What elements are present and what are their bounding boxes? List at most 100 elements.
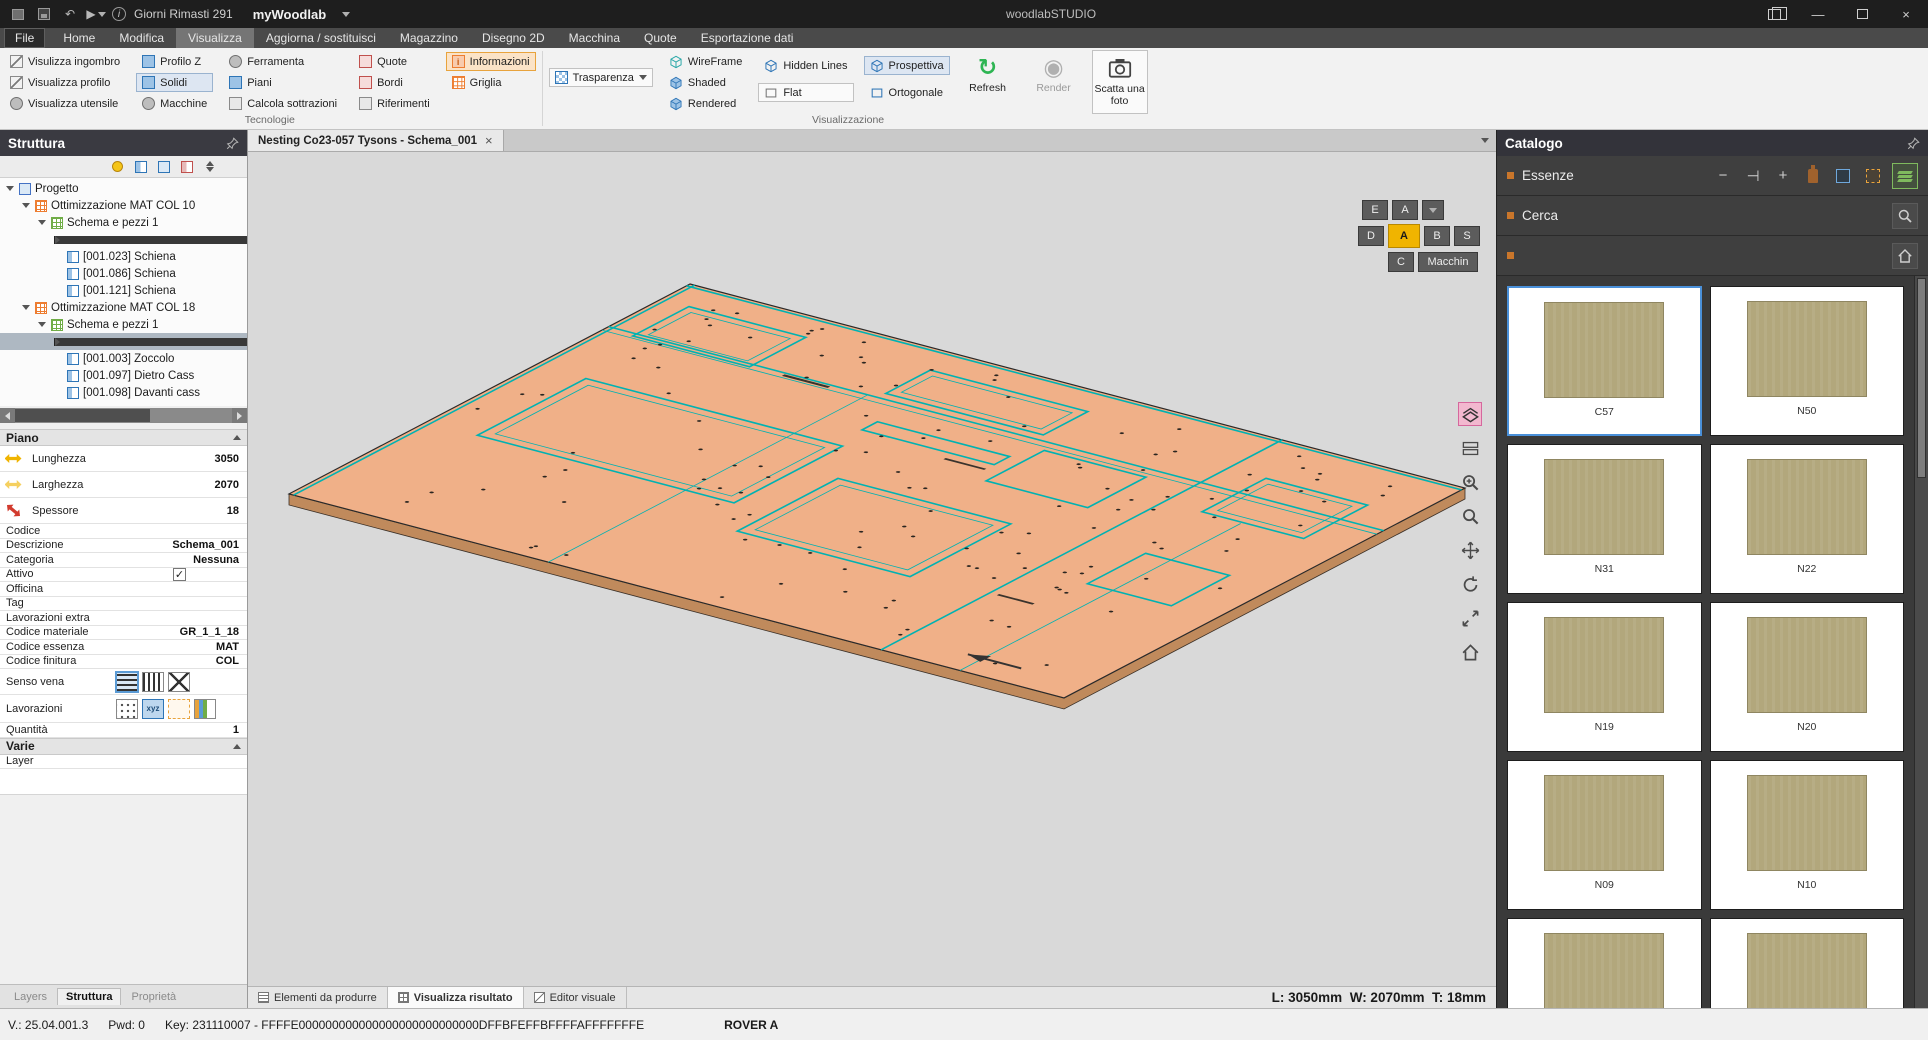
- tree-item-schema-001[interactable]: Schema_001: [0, 231, 247, 248]
- section-collapsed[interactable]: [1497, 236, 1928, 276]
- property-row-spessore[interactable]: Spessore18: [0, 498, 247, 524]
- tab-editor-visuale[interactable]: Editor visuale: [524, 987, 627, 1008]
- tree-item-schema-pezzi-1[interactable]: Schema e pezzi 1: [0, 214, 247, 231]
- menu-disegno-2d[interactable]: Disegno 2D: [470, 28, 557, 48]
- property-row-codice-materiale[interactable]: Codice materialeGR_1_1_18: [0, 626, 247, 641]
- property-row-tag[interactable]: Tag: [0, 597, 247, 612]
- view-a-button-active[interactable]: A: [1388, 224, 1420, 248]
- home-icon[interactable]: [1892, 243, 1918, 269]
- tab-elementi-da-produrre[interactable]: Elementi da produrre: [248, 987, 388, 1008]
- rendered-button[interactable]: Rendered: [663, 94, 748, 113]
- ortogonale-button[interactable]: Ortogonale: [864, 83, 950, 102]
- property-row-layer[interactable]: Layer: [0, 755, 247, 770]
- trasparenza-button[interactable]: Trasparenza: [549, 68, 653, 87]
- property-row-codice[interactable]: Codice: [0, 524, 247, 539]
- visualizza-ingombro-button[interactable]: Visulizza ingombro: [4, 52, 126, 71]
- menu-file[interactable]: File: [4, 28, 45, 48]
- material-swatch[interactable]: N31: [1507, 444, 1702, 594]
- material-swatch[interactable]: N10: [1710, 760, 1905, 910]
- view-c-button[interactable]: C: [1388, 252, 1414, 272]
- scatta-una-foto-button[interactable]: Scatta una foto: [1092, 50, 1148, 114]
- view-a-top-button[interactable]: A: [1392, 200, 1418, 220]
- section-essenze[interactable]: Essenze − ⊣ +: [1497, 156, 1928, 196]
- panel-blue-icon[interactable]: [133, 159, 148, 174]
- increase-size-icon[interactable]: +: [1772, 165, 1794, 187]
- sort-icon[interactable]: [202, 159, 217, 174]
- varie-section-header[interactable]: Varie: [0, 738, 247, 755]
- 3d-canvas[interactable]: E A D A B S C Macchin: [248, 152, 1496, 986]
- tree-item-schema-pezzi-1b[interactable]: Schema e pezzi 1: [0, 316, 247, 333]
- tree-item-schiena-121[interactable]: [001.121] Schiena: [0, 282, 247, 299]
- zoom-icon[interactable]: [1458, 504, 1482, 528]
- quote-button[interactable]: Quote: [353, 52, 436, 71]
- tab-list-caret-icon[interactable]: [1474, 130, 1496, 151]
- menu-aggiorna[interactable]: Aggiorna / sostituisci: [254, 28, 388, 48]
- property-row-lavorazioni[interactable]: Lavorazioni xyz: [0, 695, 247, 723]
- layers-view-icon[interactable]: [1892, 163, 1918, 189]
- piano-section-header[interactable]: Piano: [0, 429, 247, 446]
- ferramenta-button[interactable]: Ferramenta: [223, 52, 343, 71]
- cabinet-icon[interactable]: [1832, 165, 1854, 187]
- tree-item-davanti-cass[interactable]: [001.098] Davanti cass: [0, 384, 247, 401]
- tree-item-ottimizzazione-18[interactable]: Ottimizzazione MAT COL 18: [0, 299, 247, 316]
- panel-red-icon[interactable]: [179, 159, 194, 174]
- tree-item-progetto[interactable]: Progetto: [0, 180, 247, 197]
- menu-quote[interactable]: Quote: [632, 28, 689, 48]
- home-view-icon[interactable]: [1458, 640, 1482, 664]
- grain-none-icon[interactable]: [168, 672, 190, 692]
- scrollbar-thumb[interactable]: [15, 409, 150, 422]
- informazioni-button[interactable]: iInformazioni: [446, 52, 536, 71]
- material-swatch[interactable]: N20: [1710, 602, 1905, 752]
- flat-button[interactable]: Flat: [758, 83, 853, 102]
- piani-button[interactable]: Piani: [223, 73, 343, 92]
- view-d-button[interactable]: D: [1358, 226, 1384, 246]
- save-icon[interactable]: [34, 5, 54, 23]
- undo-icon[interactable]: ↶: [60, 5, 80, 23]
- visualizza-profilo-button[interactable]: Visualizza profilo: [4, 73, 126, 92]
- expand-caret-icon[interactable]: [54, 236, 247, 244]
- pin-icon[interactable]: [1907, 137, 1920, 150]
- pin-icon[interactable]: [226, 137, 239, 150]
- search-icon[interactable]: [1892, 203, 1918, 229]
- texture-icon[interactable]: [1862, 165, 1884, 187]
- material-swatch[interactable]: N50: [1710, 286, 1905, 436]
- scroll-right-icon[interactable]: [232, 408, 247, 423]
- macchine-button[interactable]: Macchine: [136, 94, 213, 113]
- board-view-tool-icon[interactable]: [1458, 402, 1482, 426]
- property-row-codice-finitura[interactable]: Codice finituraCOL: [0, 655, 247, 670]
- materials-bottle-icon[interactable]: [1802, 165, 1824, 187]
- catalog-scrollbar[interactable]: [1914, 276, 1928, 1008]
- tab-visualizza-risultato[interactable]: Visualizza risultato: [388, 987, 524, 1008]
- panel-light-icon[interactable]: [156, 159, 171, 174]
- tree-item-zoccolo[interactable]: [001.003] Zoccolo: [0, 350, 247, 367]
- tree-item-schiena-023[interactable]: [001.023] Schiena: [0, 248, 247, 265]
- griglia-button[interactable]: Griglia: [446, 73, 536, 92]
- tree-item-dietro-cass[interactable]: [001.097] Dietro Cass: [0, 367, 247, 384]
- menu-magazzino[interactable]: Magazzino: [388, 28, 470, 48]
- machining-outline-icon[interactable]: [168, 699, 190, 719]
- nesting-board[interactable]: [289, 284, 1465, 698]
- machining-layers-icon[interactable]: [194, 699, 216, 719]
- zoom-fit-icon[interactable]: [1458, 606, 1482, 630]
- wireframe-button[interactable]: WireFrame: [663, 52, 748, 71]
- pan-icon[interactable]: [1458, 538, 1482, 562]
- collapse-caret-icon[interactable]: [22, 305, 31, 310]
- tree-item-ottimizzazione-10[interactable]: Ottimizzazione MAT COL 10: [0, 197, 247, 214]
- scrollbar-thumb[interactable]: [1917, 278, 1926, 478]
- view-east-button[interactable]: E: [1362, 200, 1388, 220]
- collapse-caret-icon[interactable]: [38, 220, 47, 225]
- machining-pattern-icon[interactable]: [116, 699, 138, 719]
- view-b-button[interactable]: B: [1424, 226, 1450, 246]
- calcola-sottrazioni-button[interactable]: Calcola sottrazioni: [223, 94, 343, 113]
- tree-item-schema-001-selected[interactable]: Schema_001: [0, 333, 247, 350]
- menu-home[interactable]: Home: [51, 28, 107, 48]
- material-swatch[interactable]: N22: [1710, 444, 1905, 594]
- refresh-button[interactable]: ↻ Refresh: [960, 50, 1016, 94]
- orbit-icon[interactable]: [1458, 572, 1482, 596]
- visualizza-utensile-button[interactable]: Visualizza utensile: [4, 94, 126, 113]
- menu-modifica[interactable]: Modifica: [107, 28, 176, 48]
- dock-window-button[interactable]: [1752, 0, 1796, 28]
- nesting-board-scene[interactable]: [248, 152, 1496, 986]
- property-row-attivo[interactable]: Attivo✓: [0, 568, 247, 583]
- property-row-categoria[interactable]: CategoriaNessuna: [0, 553, 247, 568]
